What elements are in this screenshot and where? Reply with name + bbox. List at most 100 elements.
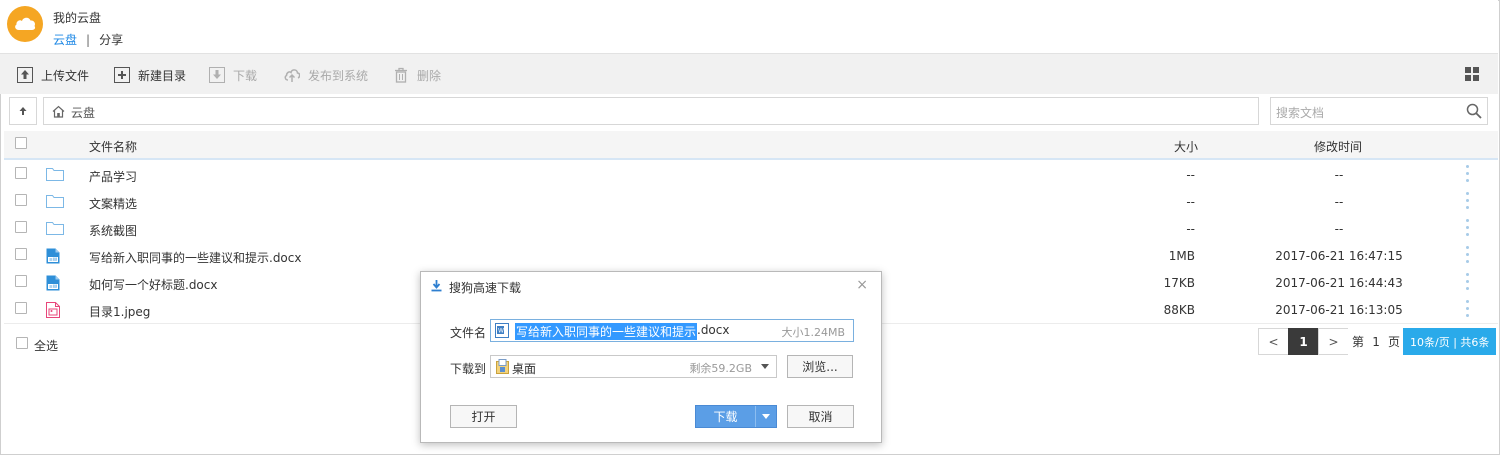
row-checkbox[interactable] [15,221,27,233]
select-all-checkbox[interactable] [16,337,28,349]
publish-button[interactable]: 发布到系统 [284,66,368,84]
row-checkbox[interactable] [15,194,27,206]
file-size: -- [1186,222,1195,236]
table-row[interactable]: ≡W 写给新入职同事的一些建议和提示.docx 1MB 2017-06-21 1… [4,242,1498,270]
cancel-button[interactable]: 取消 [787,405,854,428]
svg-text:≡W: ≡W [49,284,58,290]
file-name[interactable]: 产品学习 [89,168,137,185]
file-size: -- [1186,168,1195,182]
svg-text:≡W: ≡W [49,257,58,263]
destination-value: 桌面 [512,362,537,376]
filename-label: 文件名 [450,326,487,340]
app-header: 我的云盘 云盘 | 分享 [0,0,1498,53]
upload-label: 上传文件 [41,68,90,83]
dialog-header: 搜狗高速下载 × [421,272,881,300]
more-options-icon[interactable] [1466,300,1470,321]
word-document-icon: ≡W [46,248,60,267]
download-options-dropdown[interactable] [756,406,776,427]
free-space-label: 剩余59.2GB [689,362,752,375]
table-row[interactable]: 系统截图 -- -- [4,215,1498,243]
more-options-icon[interactable] [1466,246,1470,267]
cloud-upload-icon [284,67,301,83]
browse-button[interactable]: 浏览... [787,355,853,378]
file-name[interactable]: 文案精选 [89,195,137,212]
search-box[interactable]: 搜索文档 [1270,97,1488,125]
table-row[interactable]: 产品学习 -- -- [4,161,1498,189]
more-options-icon[interactable] [1466,192,1470,213]
download-confirm-button[interactable]: 下载 [696,406,756,427]
column-header-time: 修改时间 [1314,140,1363,154]
download-icon [209,67,225,83]
table-row[interactable]: 文案精选 -- -- [4,188,1498,216]
trash-icon [393,67,409,83]
file-modified-time: 2017-06-21 16:47:15 [1275,249,1403,263]
folder-icon [46,221,64,238]
delete-button[interactable]: 删除 [393,66,441,84]
file-modified-time: -- [1334,168,1344,182]
destination-label: 下载到 [450,362,487,376]
more-options-icon[interactable] [1466,273,1470,294]
new-folder-button[interactable]: 新建目录 [114,66,186,84]
word-document-icon: ≡W [46,275,60,294]
next-page-button[interactable]: > [1318,328,1349,355]
file-modified-time: 2017-06-21 16:44:43 [1275,276,1403,290]
arrow-up-icon [19,107,27,115]
file-name[interactable]: 写给新入职同事的一些建议和提示.docx [89,249,301,266]
top-nav: 云盘 | 分享 [53,31,123,48]
publish-label: 发布到系统 [308,68,369,83]
file-modified-time: -- [1334,222,1344,236]
download-dialog: 搜狗高速下载 × 文件名 W 写给新入职同事的一些建议和提示 .docx 大小1… [420,271,882,443]
parent-folder-button[interactable] [9,97,37,125]
upload-button[interactable]: 上传文件 [17,66,89,84]
close-icon[interactable]: × [856,277,868,293]
page-number-input[interactable]: 1 [1367,328,1386,355]
chevron-down-icon [762,414,770,419]
download-button[interactable]: 下载 [209,66,257,84]
breadcrumb-current: 云盘 [71,106,96,120]
column-header-name: 文件名称 [89,140,138,154]
nav-cloud-link[interactable]: 云盘 [53,33,77,47]
prev-page-button[interactable]: < [1258,328,1289,355]
row-checkbox[interactable] [15,248,27,260]
toolbar: 上传文件 新建目录 下载 发布到系统 删除 [0,53,1498,94]
upload-icon [17,67,33,83]
open-button[interactable]: 打开 [450,405,517,428]
current-page-button[interactable]: 1 [1288,328,1319,355]
file-name[interactable]: 目录1.jpeg [89,303,150,320]
file-name[interactable]: 如何写一个好标题.docx [89,276,217,293]
header-checkbox[interactable] [15,137,27,149]
filename-field[interactable]: W 写给新入职同事的一些建议和提示 .docx 大小1.24MB [490,319,854,342]
row-checkbox[interactable] [15,275,27,287]
search-input[interactable]: 搜索文档 [1276,104,1324,121]
more-options-icon[interactable] [1466,165,1470,186]
cloud-logo-icon [7,6,43,42]
more-options-icon[interactable] [1466,219,1470,240]
filename-extension: .docx [697,323,730,337]
image-file-icon [46,302,60,321]
select-all-label[interactable]: 全选 [34,337,58,354]
destination-select[interactable]: 桌面 剩余59.2GB [490,355,777,378]
dialog-title: 搜狗高速下载 [449,281,522,295]
word-document-icon: W [495,323,509,341]
row-checkbox[interactable] [15,302,27,314]
grid-view-icon[interactable] [1465,67,1479,81]
download-split-button: 下载 [695,405,777,428]
chevron-down-icon[interactable] [761,364,769,369]
nav-share-link[interactable]: 分享 [99,33,123,47]
table-header: 文件名称 大小 修改时间 [4,131,1498,160]
download-label: 下载 [233,68,258,83]
search-icon[interactable] [1466,103,1482,122]
breadcrumb[interactable]: 云盘 [43,97,1259,125]
file-modified-time: 2017-06-21 16:13:05 [1275,303,1403,317]
row-checkbox[interactable] [15,167,27,179]
pagination: < 1 > 第 1 页 10条/页 | 共6条 [1258,328,1497,355]
file-size: 1MB [1168,249,1195,263]
file-name[interactable]: 系统截图 [89,222,137,239]
file-size: 88KB [1163,303,1195,317]
column-header-size: 大小 [1174,140,1199,154]
page-suffix: 页 [1384,328,1405,355]
new-folder-label: 新建目录 [138,68,187,83]
page-summary: 10条/页 | 共6条 [1403,328,1497,355]
download-arrow-icon [430,279,443,295]
home-icon [52,105,65,121]
